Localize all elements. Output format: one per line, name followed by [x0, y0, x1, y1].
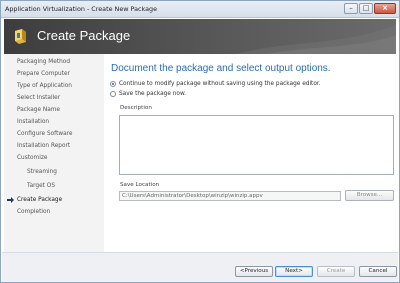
step-installation-report: Installation Report: [17, 143, 71, 149]
save-location-field[interactable]: C:\Users\Administrator\Desktop\winzip\wi…: [119, 191, 341, 201]
close-button[interactable]: ×: [374, 3, 396, 14]
option-continue-editing[interactable]: Continue to modify package without savin…: [110, 79, 321, 88]
window-title: Application Virtualization - Create New …: [5, 5, 158, 13]
step-select-installer: Select Installer: [17, 95, 61, 101]
step-streaming: Streaming: [27, 169, 57, 175]
app-v-logo-icon: [15, 29, 26, 44]
window-controls: – □ ×: [344, 3, 396, 16]
wizard-steps-sidebar: Packaging Method Prepare Computer Type o…: [4, 54, 104, 252]
step-package-name: Package Name: [17, 107, 60, 113]
header-banner: Create Package: [4, 19, 396, 54]
maximize-button[interactable]: □: [359, 3, 373, 14]
cancel-button[interactable]: Cancel: [359, 266, 397, 277]
browse-button[interactable]: Browse...: [345, 190, 394, 201]
description-label: Description: [120, 105, 152, 111]
step-create-package: Create Package: [4, 194, 104, 206]
step-completion: Completion: [17, 209, 51, 215]
step-customize: Customize: [17, 155, 48, 161]
previous-button[interactable]: <Previous: [235, 266, 273, 277]
step-type-of-application: Type of Application: [17, 83, 72, 89]
title-bar[interactable]: Application Virtualization - Create New …: [1, 1, 399, 18]
step-prepare-computer: Prepare Computer: [17, 71, 70, 77]
description-textarea[interactable]: [119, 115, 394, 175]
radio-selected-icon[interactable]: [110, 80, 116, 87]
step-configure-software: Configure Software: [17, 131, 73, 137]
step-target-os: Target OS: [27, 183, 56, 189]
option-save-now-label: Save the package now.: [119, 90, 187, 97]
option-save-now[interactable]: Save the package now.: [110, 89, 186, 98]
wizard-footer: <Previous Next> Create Cancel: [2, 252, 398, 282]
next-button[interactable]: Next>: [275, 266, 313, 277]
current-step-arrow-icon: [7, 197, 14, 203]
app-window: Application Virtualization - Create New …: [0, 0, 400, 283]
step-packaging-method: Packaging Method: [17, 59, 71, 65]
option-continue-editing-label: Continue to modify package without savin…: [119, 80, 321, 87]
save-location-label: Save Location: [120, 182, 160, 188]
banner-swoosh-graphic: [236, 25, 396, 54]
main-panel: Document the package and select output o…: [104, 54, 396, 252]
radio-unselected-icon[interactable]: [110, 90, 116, 97]
step-heading: Document the package and select output o…: [111, 63, 331, 74]
create-button[interactable]: Create: [317, 266, 355, 277]
minimize-button[interactable]: –: [344, 3, 358, 14]
page-title: Create Package: [37, 28, 131, 43]
step-installation: Installation: [17, 119, 50, 125]
